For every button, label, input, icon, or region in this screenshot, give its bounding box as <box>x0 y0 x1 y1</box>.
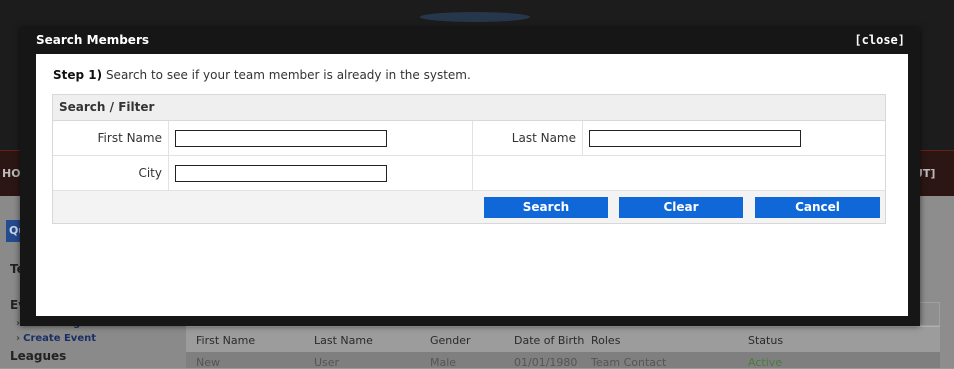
sidebar-link-label: Create Event <box>23 333 97 344</box>
filter-row-names: First Name Last Name <box>53 121 885 156</box>
last-name-input[interactable] <box>589 130 801 147</box>
cancel-button[interactable]: Cancel <box>755 197 880 218</box>
dialog-title: Search Members <box>36 33 150 47</box>
table-cell: 01/01/1980 <box>514 356 578 369</box>
background-members-table: First Name Last Name Gender Date of Birt… <box>186 302 940 369</box>
table-cell: User <box>314 356 340 369</box>
filter-button-row: Search Clear Cancel <box>53 191 885 223</box>
clear-button[interactable]: Clear <box>619 197 743 218</box>
step-instruction: Step 1) Search to see if your team membe… <box>53 68 471 82</box>
header-logo-glow <box>420 12 530 22</box>
search-button[interactable]: Search <box>484 197 608 218</box>
table-cell: New <box>196 356 220 369</box>
column-header-last-name: Last Name <box>314 334 373 347</box>
column-header-roles: Roles <box>591 334 621 347</box>
dialog-close-link[interactable]: [close] <box>854 33 905 47</box>
table-cell-status: Active <box>748 356 783 369</box>
search-members-dialog: Search Members [close] Step 1) Search to… <box>20 28 920 326</box>
city-input[interactable] <box>175 165 387 182</box>
last-name-label-cell: Last Name <box>473 121 583 155</box>
column-header-first-name: First Name <box>196 334 256 347</box>
column-header-status: Status <box>748 334 784 347</box>
city-input-cell <box>169 156 473 190</box>
city-label: City <box>138 166 162 180</box>
last-name-input-cell <box>583 121 885 155</box>
last-name-label: Last Name <box>511 131 576 145</box>
filter-row-city: City <box>53 156 885 191</box>
dialog-body: Step 1) Search to see if your team membe… <box>36 54 908 316</box>
sidebar-link-create-event: › Create Event <box>16 333 96 344</box>
empty-cell <box>473 156 583 190</box>
step-number: Step 1) <box>53 68 103 82</box>
chevron-right-icon: › <box>16 333 21 344</box>
first-name-label-cell: First Name <box>53 121 169 155</box>
first-name-input-cell <box>169 121 473 155</box>
dialog-title-bar: Search Members [close] <box>20 28 920 52</box>
table-cell: Male <box>430 356 457 369</box>
filter-panel-header: Search / Filter <box>53 95 885 121</box>
table-cell: Team Contact <box>591 356 667 369</box>
search-filter-panel: Search / Filter First Name Last Name Cit… <box>52 94 886 224</box>
first-name-label: First Name <box>97 131 162 145</box>
first-name-input[interactable] <box>175 130 387 147</box>
city-label-cell: City <box>53 156 169 190</box>
step-text: Search to see if your team member is alr… <box>102 68 471 82</box>
column-header-date-of-birth: Date of Birth <box>514 334 585 347</box>
sidebar-heading-leagues: Leagues <box>10 349 67 363</box>
column-header-gender: Gender <box>430 334 471 347</box>
